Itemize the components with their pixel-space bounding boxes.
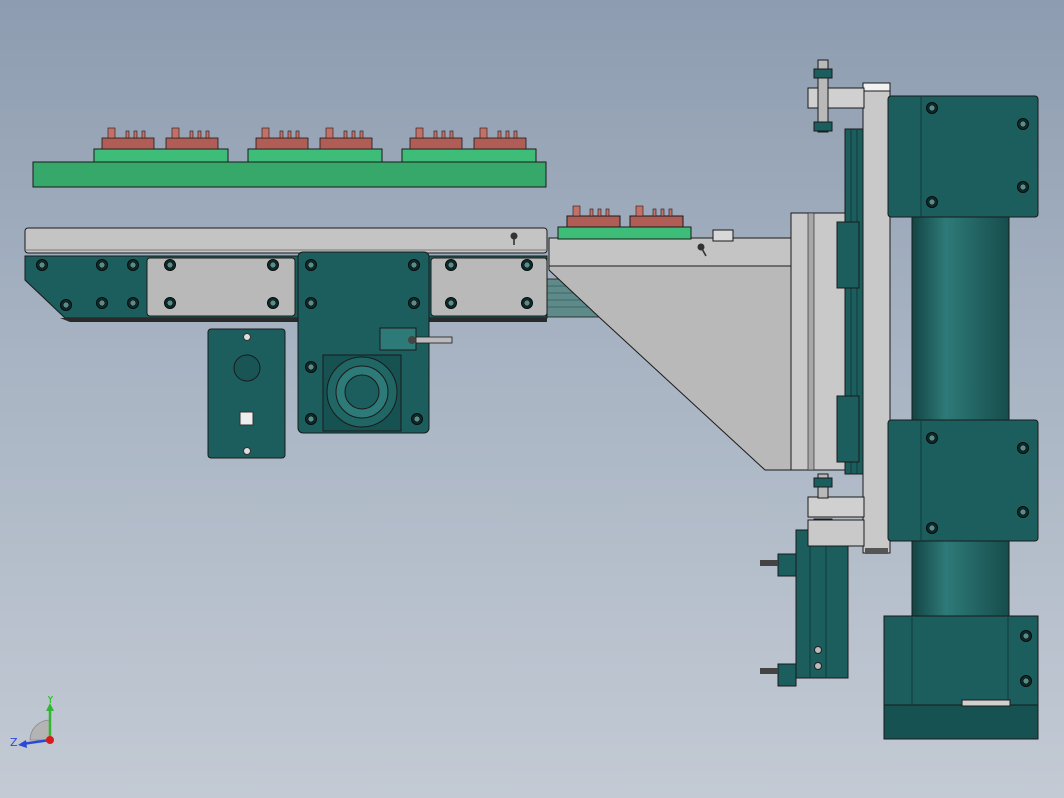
y-axis-label: Y	[46, 696, 54, 706]
coordinate-triad: Y Z	[10, 696, 54, 749]
pneumatic-cylinder	[760, 519, 865, 687]
triad-origin	[46, 736, 54, 744]
cad-viewport[interactable]: Y Z	[0, 0, 1064, 798]
z-axis-label: Z	[10, 736, 18, 749]
gantry-column	[883, 95, 1039, 740]
transfer-bracket	[548, 205, 796, 471]
conveyor-side-plate	[24, 255, 548, 322]
slide-plate	[790, 59, 891, 554]
motor-mount	[297, 251, 453, 434]
control-box	[207, 328, 286, 459]
pcb-tray-upper	[32, 127, 547, 188]
assembly-drawing	[24, 59, 1039, 740]
